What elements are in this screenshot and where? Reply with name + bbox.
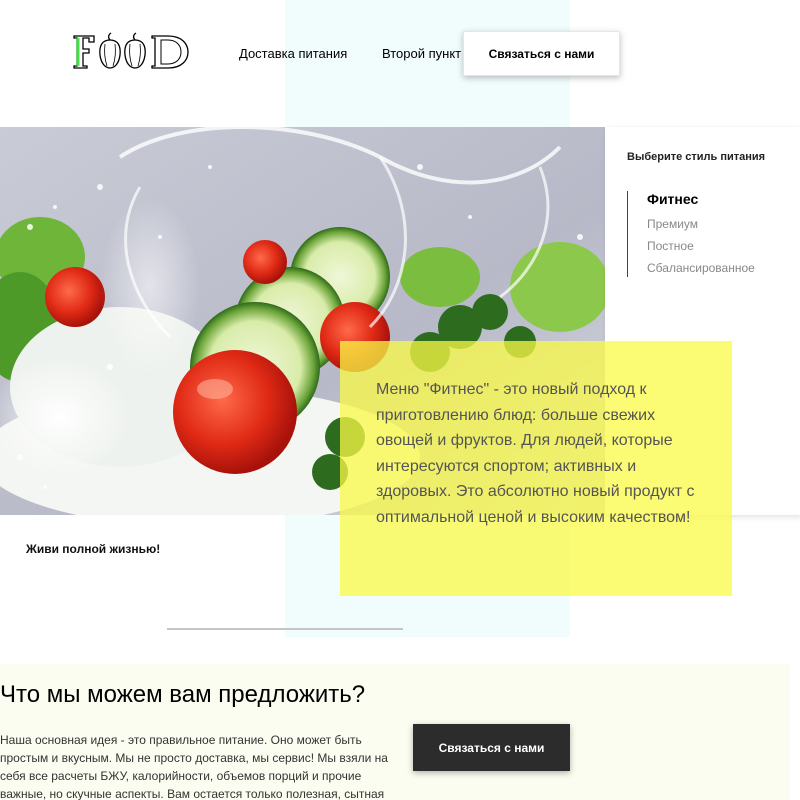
diet-style-fitness[interactable]: Фитнес [647, 191, 755, 207]
divider [167, 628, 403, 630]
description-box: Меню "Фитнес" - это новый подход к приго… [340, 341, 732, 596]
diet-style-lenten[interactable]: Постное [647, 239, 755, 253]
offer-section: Что мы можем вам предложить? Наша основн… [0, 664, 790, 800]
nav-link-label: Доставка питания [239, 46, 348, 61]
nav-link-label: Второй пункт [382, 46, 462, 61]
description-text: Меню "Фитнес" - это новый подход к приго… [376, 381, 695, 526]
tagline: Живи полной жизнью! [26, 542, 161, 556]
page: Доставка питания Второй пункт Связаться … [0, 0, 800, 800]
nav-link-second[interactable]: Второй пункт [376, 46, 468, 62]
diet-style-title: Выберите стиль питания [627, 151, 766, 163]
offer-title: Что мы можем вам предложить? [0, 681, 366, 708]
logo-icon [73, 32, 189, 69]
offer-text: Наша основная идея - это правильное пита… [0, 733, 388, 800]
diet-style-balanced[interactable]: Сбалансированное [647, 261, 755, 275]
diet-style-premium[interactable]: Премиум [647, 217, 755, 231]
diet-style-list: Фитнес Премиум Постное Сбалансированное [627, 191, 755, 277]
nav-link-delivery[interactable]: Доставка питания [233, 46, 354, 62]
contact-button-label: Связаться с нами [438, 740, 545, 755]
logo[interactable] [72, 30, 192, 72]
contact-button-offer[interactable]: Связаться с нами [413, 724, 570, 771]
contact-button-header[interactable]: Связаться с нами [463, 31, 620, 76]
contact-button-label: Связаться с нами [488, 46, 595, 61]
